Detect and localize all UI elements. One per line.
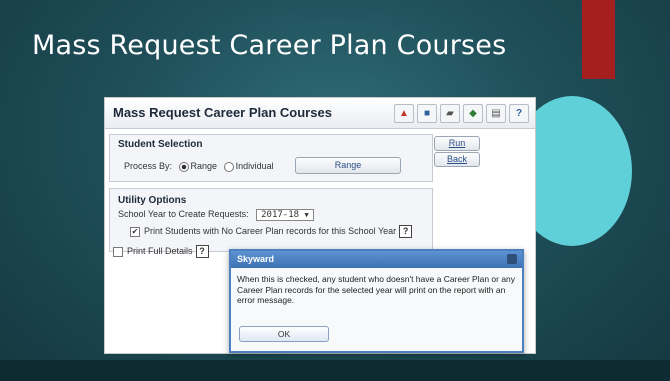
school-year-value: 2017-18 <box>261 210 300 220</box>
school-year-label: School Year to Create Requests: <box>118 209 249 219</box>
help-icon[interactable]: ? <box>195 245 209 258</box>
print-no-plan-row: ✔ Print Students with No Career Plan reco… <box>130 225 413 238</box>
accent-bar <box>582 0 615 79</box>
chevron-down-icon: ▼ <box>304 211 309 219</box>
ok-button[interactable]: OK <box>239 326 329 342</box>
slide-title: Mass Request Career Plan Courses <box>32 30 507 61</box>
toolbar: ▲ ■ ▰ ◆ ▤ ? <box>394 104 529 123</box>
export-icon[interactable]: ▲ <box>394 104 414 123</box>
document-icon[interactable]: ■ <box>417 104 437 123</box>
print-full-row: Print Full Details? <box>113 245 209 258</box>
utility-options-title: Utility Options <box>118 195 187 206</box>
individual-radio-label: Individual <box>235 161 274 171</box>
range-button[interactable]: Range <box>295 157 401 174</box>
skyward-dialog: Skyward When this is checked, any studen… <box>229 249 524 353</box>
range-radio-label: Range <box>190 161 218 171</box>
dialog-header: Skyward <box>231 251 522 268</box>
help-icon[interactable]: ? <box>509 104 529 123</box>
process-by-label: Process By: <box>124 161 173 171</box>
tag-icon[interactable]: ◆ <box>463 104 483 123</box>
close-icon[interactable] <box>507 254 517 264</box>
student-selection-panel: Student Selection Process By: Range Indi… <box>109 134 433 182</box>
dialog-title: Skyward <box>237 254 275 264</box>
window-title: Mass Request Career Plan Courses <box>113 105 332 120</box>
school-year-select[interactable]: 2017-18 ▼ <box>256 209 314 221</box>
printer-setup-icon[interactable]: ▰ <box>440 104 460 123</box>
range-radio[interactable] <box>178 161 189 172</box>
student-selection-title: Student Selection <box>118 139 203 150</box>
print-icon[interactable]: ▤ <box>486 104 506 123</box>
school-year-row: School Year to Create Requests: 2017-18 … <box>118 209 314 221</box>
run-button[interactable]: Run <box>434 136 480 151</box>
back-button[interactable]: Back <box>434 152 480 167</box>
process-by-row: Process By: Range Individual <box>124 161 274 172</box>
help-icon[interactable]: ? <box>399 225 413 238</box>
print-no-plan-checkbox[interactable]: ✔ <box>130 226 140 237</box>
print-full-checkbox[interactable] <box>113 246 123 257</box>
bottom-strip <box>0 360 670 381</box>
individual-radio[interactable] <box>223 161 234 172</box>
print-full-label: Print Full Details <box>127 246 193 256</box>
window-header: Mass Request Career Plan Courses ▲ ■ ▰ ◆… <box>105 98 535 129</box>
dialog-message: When this is checked, any student who do… <box>237 274 516 305</box>
print-no-plan-label: Print Students with No Career Plan recor… <box>144 226 397 236</box>
utility-options-panel: Utility Options School Year to Create Re… <box>109 188 433 252</box>
